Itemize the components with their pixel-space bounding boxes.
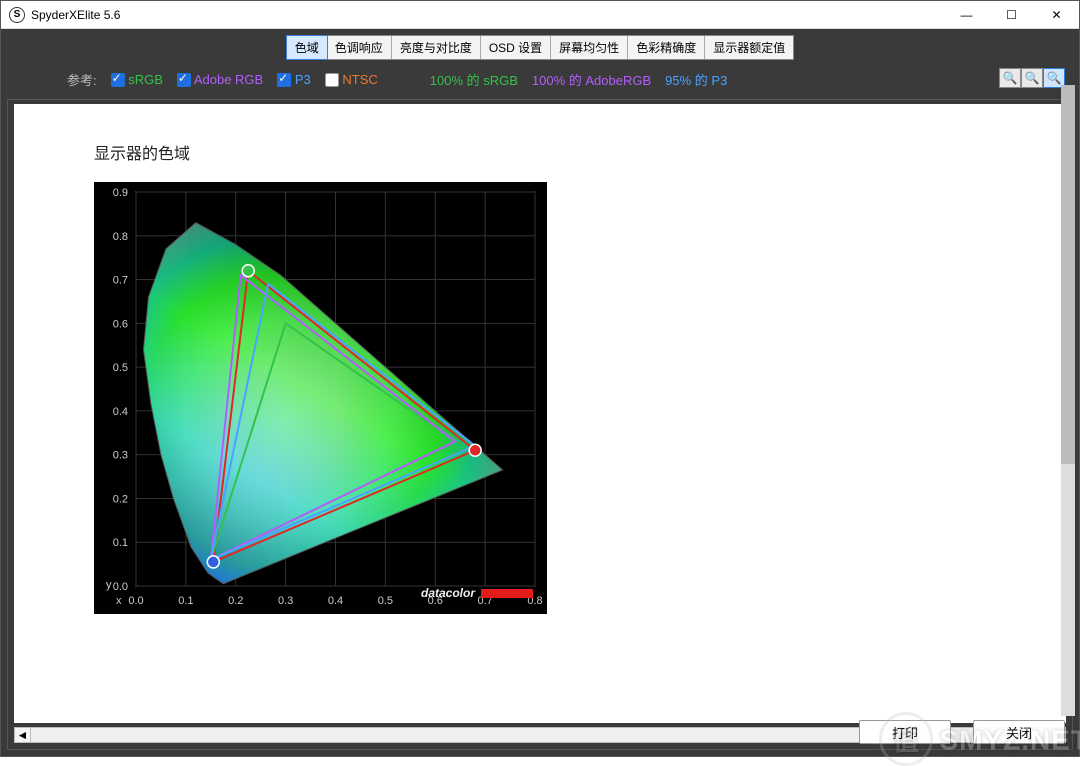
tab-2[interactable]: 亮度与对比度 (392, 36, 481, 59)
ntsc-checkbox-wrap[interactable]: NTSC (325, 72, 378, 88)
tab-4[interactable]: 屏幕均匀性 (551, 36, 628, 59)
tab-1[interactable]: 色调响应 (327, 36, 392, 59)
svg-text:0.4: 0.4 (328, 595, 343, 607)
svg-text:0.9: 0.9 (113, 187, 128, 199)
zoom-fit-icon: 🔍 (1047, 71, 1062, 85)
svg-text:0.5: 0.5 (113, 362, 128, 374)
argb-checkbox-wrap[interactable]: Adobe RGB (177, 72, 263, 88)
p3-checkbox[interactable] (277, 73, 291, 87)
argb-label: Adobe RGB (194, 72, 263, 87)
vertical-scrollbar[interactable] (1061, 85, 1075, 716)
app-title: SpyderXElite 5.6 (31, 8, 120, 22)
titlebar: S SpyderXElite 5.6 — ☐ ✕ (1, 1, 1079, 29)
tab-5[interactable]: 色彩精确度 (628, 36, 705, 59)
window-close-button[interactable]: ✕ (1034, 1, 1079, 29)
svg-text:0.0: 0.0 (128, 595, 143, 607)
reference-label: 参考: (67, 70, 97, 89)
zoom-in-icon: 🔍 (1003, 71, 1018, 85)
svg-text:0.1: 0.1 (178, 595, 193, 607)
svg-text:0.2: 0.2 (113, 493, 128, 505)
srgb-checkbox-wrap[interactable]: sRGB (111, 72, 163, 88)
srgb-label: sRGB (128, 72, 163, 87)
datacolor-bar-icon (481, 589, 533, 598)
tabs-container: 色域色调响应亮度与对比度OSD 设置屏幕均匀性色彩精确度显示器额定值 (7, 35, 1073, 60)
content-pane: 显示器的色域 0.0 0.1 0.2 0.3 0.4 0.5 0.6 0.7 0.8 0.0 0.1… (14, 104, 1066, 723)
svg-text:x: x (116, 595, 122, 607)
zoom-in-button[interactable]: 🔍 (999, 68, 1021, 88)
tab-3[interactable]: OSD 设置 (481, 36, 551, 59)
p3-label: P3 (295, 72, 311, 87)
ntsc-checkbox[interactable] (325, 73, 339, 87)
window-maximize-button[interactable]: ☐ (989, 1, 1034, 29)
svg-text:0.1: 0.1 (113, 537, 128, 549)
zoom-out-button[interactable]: 🔍 (1021, 68, 1043, 88)
svg-text:0.3: 0.3 (113, 450, 128, 462)
svg-text:y: y (106, 579, 112, 591)
result-argb: 100% 的 AdobeRGB (532, 70, 651, 89)
svg-text:0.5: 0.5 (378, 595, 393, 607)
gamut-chart: 0.0 0.1 0.2 0.3 0.4 0.5 0.6 0.7 0.8 0.0 0.1 0.2 0.3 0… (94, 182, 547, 614)
chart-title: 显示器的色域 (14, 104, 1066, 182)
reference-row: 参考: sRGB Adobe RGB P3 NTSC 100% 的 sRGB 1… (7, 66, 1073, 93)
vertical-scroll-thumb[interactable] (1061, 85, 1075, 464)
zoom-out-icon: 🔍 (1025, 71, 1040, 85)
svg-text:0.0: 0.0 (113, 581, 128, 593)
result-srgb: 100% 的 sRGB (430, 70, 518, 89)
tab-0[interactable]: 色域 (286, 35, 328, 60)
datacolor-text: datacolor (421, 586, 475, 600)
argb-checkbox[interactable] (177, 73, 191, 87)
svg-text:0.3: 0.3 (278, 595, 293, 607)
scroll-left-icon[interactable]: ◄ (15, 728, 31, 742)
svg-text:0.8: 0.8 (113, 231, 128, 243)
ntsc-label: NTSC (342, 72, 377, 87)
svg-text:0.6: 0.6 (113, 318, 128, 330)
svg-text:0.7: 0.7 (113, 275, 128, 287)
close-button[interactable]: 关闭 (973, 720, 1065, 744)
tab-6[interactable]: 显示器额定值 (705, 36, 793, 59)
srgb-checkbox[interactable] (111, 73, 125, 87)
svg-text:0.4: 0.4 (113, 406, 128, 418)
datacolor-logo: datacolor (421, 586, 533, 600)
print-button[interactable]: 打印 (859, 720, 951, 744)
window-minimize-button[interactable]: — (944, 1, 989, 29)
result-p3: 95% 的 P3 (665, 70, 727, 89)
app-icon: S (9, 7, 25, 23)
p3-checkbox-wrap[interactable]: P3 (277, 72, 311, 88)
svg-text:0.2: 0.2 (228, 595, 243, 607)
